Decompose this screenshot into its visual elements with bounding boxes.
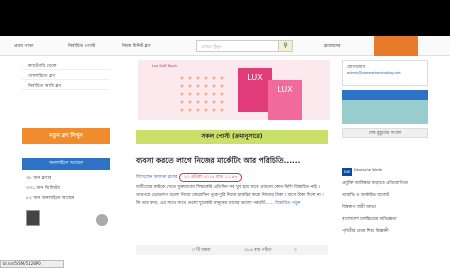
news-item[interactable]: পৃথিবীর প্রথম শিশু বিজ্ঞানী [342, 228, 389, 235]
nav-about[interactable]: ব্লগারদের [324, 42, 341, 50]
news-item[interactable]: তারাভি ও আর্কাইভ বাজেট [342, 192, 389, 199]
news-item[interactable]: বাংলাদেশ চলচ্চিত্রের অভিজ্ঞতা [342, 216, 397, 223]
search-icon[interactable]: ⚲ [278, 40, 293, 52]
right-sidebar: যোগাযোগ admin@somewhereinblog.net শেষ মু… [342, 56, 428, 268]
avatar[interactable] [26, 210, 40, 226]
dw-logo[interactable]: DW [342, 168, 352, 176]
sidebar-item-mine[interactable]: নির্বাচিত আমি ব্লগ [22, 80, 110, 90]
lux-ad-banner[interactable]: Lux Soft Touch LUX LUX [138, 60, 330, 120]
likes-count: ০ [294, 248, 297, 253]
all-posts-header: সকল পোস্ট (ক্রমানুসারে) [136, 130, 328, 144]
post-excerpt: শুটিংয়ের কাইকে খেতে যুক্তরাজ্যে শিক্ষকে… [136, 184, 328, 208]
right-ad[interactable] [342, 100, 428, 124]
sidebar-item-gallery[interactable]: গ্যালারিতে ব্লগ [22, 70, 110, 80]
news-header: শেষ মুহূর্তের সংবাদ [342, 128, 428, 138]
post-title[interactable]: ব্যবসা করতে লাগে নিজের মার্কেটিং আর পরিচ… [136, 156, 330, 168]
nav-home[interactable]: প্রথম পাতা [14, 42, 34, 50]
stat-online: ৮২ জন অনলাইনে আছেন [26, 196, 75, 201]
lux-box-1: LUX [238, 68, 272, 112]
sidebar-item-category[interactable]: ক্যাটেগরি থেকে [22, 60, 110, 70]
left-sidebar: ক্যাটেগরি থেকে গ্যালারিতে ব্লগ নির্বাচিত… [22, 60, 110, 268]
nav-active-highlight [374, 36, 418, 56]
comments-count[interactable]: ০ টি মন্তব্য [192, 247, 210, 254]
nav-new-post[interactable]: নিয়ম মিনিট ব্লগ [122, 42, 151, 50]
ad-decoration [178, 74, 228, 114]
email-label: যোগাযোগ [347, 65, 366, 70]
right-blue-strip [342, 90, 428, 100]
email-link[interactable]: admin@somewhereinblog.net [347, 71, 423, 75]
top-black-bar [0, 0, 450, 36]
news-item[interactable]: প্রযুক্তি আবিষ্কার বাড়াতে প্রতিযোগিতা [342, 180, 408, 187]
stat-visitors: ৩৩১ জন ভিজিটর [26, 186, 60, 191]
new-blog-button[interactable]: নতুন ব্লগ লিখুন [22, 128, 110, 144]
dw-label: Deutsche Welle [354, 168, 382, 172]
views-count: ২৮৬ বার পঠিত [244, 248, 272, 253]
online-header: অনলাইনে আছেন [22, 158, 110, 170]
avatar-small[interactable] [96, 214, 108, 226]
ad-tagline: Lux Soft Touch [152, 64, 178, 68]
nav-selected-posts[interactable]: নির্বাচিত পোস্ট [68, 42, 95, 50]
byline-date: ১৩ এপ্রিল ২০১৫ রাত ১১:৪৭ [178, 173, 243, 182]
lux-box-2: LUX [268, 80, 302, 120]
post-footer: ০ টি মন্তব্য ২৮৬ বার পঠিত ০ [136, 245, 328, 255]
stat-bloggers: ৩৮ জন ব্লগার [26, 176, 52, 181]
byline-author[interactable]: লিখেছেন অজানা ব্লগার [136, 175, 177, 180]
news-item[interactable]: বিশ্বকাপ জয়ী জাভা [342, 204, 376, 211]
contact-card: যোগাযোগ admin@somewhereinblog.net [342, 60, 428, 86]
post-byline: লিখেছেন অজানা ব্লগার ১৩ এপ্রিল ২০১৫ রাত … [136, 173, 330, 182]
browser-status-bar: bl.nn/5/SM/5128P0 [0, 260, 64, 268]
read-more-link[interactable]: বিস্তারিত পড়ুন [275, 201, 300, 206]
main-content: Lux Soft Touch LUX LUX সকল পোস্ট (ক্রমান… [130, 60, 330, 268]
